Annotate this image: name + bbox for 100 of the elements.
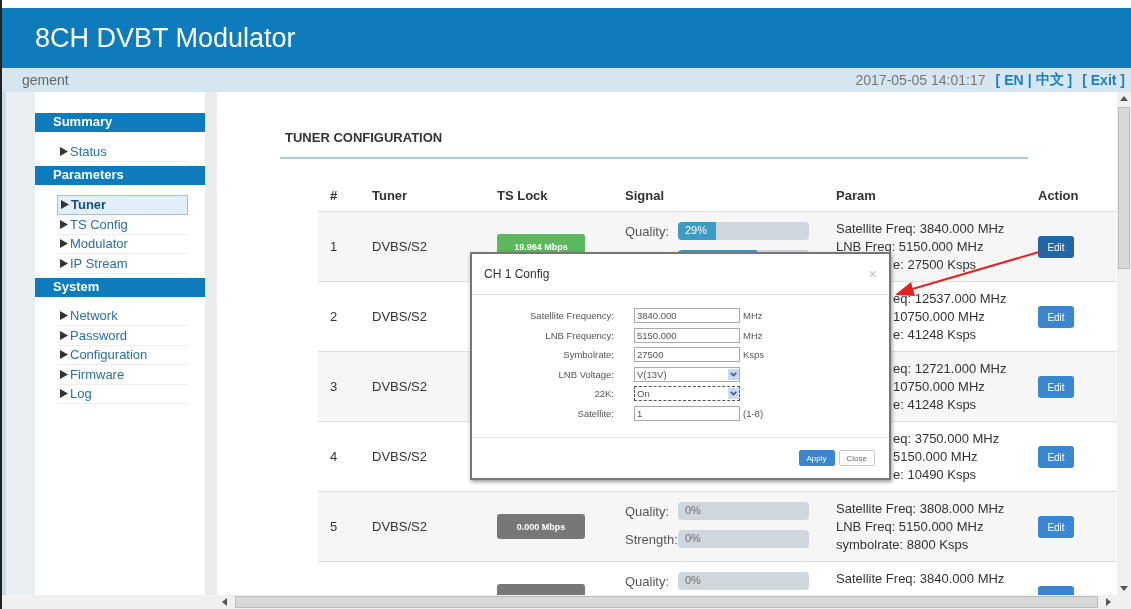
- signal-percent: 0%: [685, 532, 701, 544]
- exit-link[interactable]: [ Exit ]: [1082, 72, 1125, 88]
- sidebar-section-header: Parameters: [35, 165, 205, 185]
- breadcrumb-text: gement: [22, 72, 69, 88]
- datetime-text: 2017-05-05 14:01:17: [855, 72, 986, 88]
- param-text: eq: 12537.000 MHz: [893, 290, 1007, 308]
- tuner-type: DVBS/S2: [372, 309, 427, 324]
- scrollbar-thumb[interactable]: [1118, 107, 1130, 269]
- field-label: LNB Frequency:: [544, 329, 614, 341]
- edit-button[interactable]: Edit: [1038, 446, 1074, 468]
- param-text: Satellite Freq: 3808.000 MHz: [836, 500, 1005, 518]
- signal-label: Quality:: [625, 573, 671, 589]
- bracket-text: [: [995, 72, 1001, 88]
- tuner-type: DVBS/S2: [372, 519, 427, 534]
- triangle-bullet-icon: [60, 258, 68, 268]
- scroll-left-icon[interactable]: [222, 598, 227, 606]
- bracket-text: ]: [1067, 72, 1073, 88]
- field-label: Satellite Frequency:: [529, 310, 614, 322]
- row-number: 2: [330, 309, 338, 324]
- close-button[interactable]: Close: [838, 450, 875, 466]
- row-number: 4: [330, 449, 338, 464]
- horizontal-scrollbar[interactable]: [2, 595, 1131, 609]
- language-link[interactable]: EN: [1004, 72, 1024, 88]
- input-field[interactable]: 1: [634, 405, 740, 421]
- dropdown-field[interactable]: V(13V): [634, 366, 740, 382]
- triangle-bullet-icon: [60, 146, 68, 156]
- scrollbar-thumb[interactable]: [235, 596, 1098, 608]
- field-label: LNB Voltage:: [557, 368, 614, 380]
- triangle-bullet-icon: [60, 369, 68, 379]
- row-number: 5: [330, 519, 338, 534]
- sidebar-item[interactable]: TS Config: [57, 215, 188, 235]
- signal-label: Quality:: [625, 223, 671, 239]
- triangle-bullet-icon: [60, 239, 68, 249]
- sidebar-item[interactable]: Configuration: [57, 345, 188, 365]
- sidebar-item[interactable]: Log: [57, 384, 188, 404]
- signal-percent: 29%: [685, 224, 708, 236]
- scroll-up-icon[interactable]: [1120, 96, 1128, 101]
- tuner-type: DVBS/S2: [372, 379, 427, 394]
- dropdown-caret-icon: [728, 368, 739, 380]
- column-header: Param: [836, 187, 877, 203]
- triangle-bullet-icon: [60, 389, 68, 399]
- param-text: e: 41248 Ksps: [893, 326, 977, 344]
- input-field[interactable]: 3840.000: [634, 308, 740, 324]
- edit-button[interactable]: Edit: [1038, 306, 1074, 328]
- input-field[interactable]: 27500: [634, 347, 740, 363]
- triangle-bullet-icon: [60, 311, 68, 321]
- sidebar-item[interactable]: Network: [57, 306, 188, 326]
- column-header: TS Lock: [497, 187, 549, 203]
- param-text: symbolrate: 8800 Ksps: [836, 536, 969, 554]
- signal-label: Strength:: [625, 531, 678, 547]
- section-title: TUNER CONFIGURATION: [284, 130, 444, 145]
- sidebar-item[interactable]: IP Stream: [57, 254, 188, 274]
- param-text: LNB Freq: 5150.000 MHz: [836, 518, 984, 536]
- separator-text: |: [1027, 72, 1032, 88]
- dialog-title: CH 1 Config: [484, 267, 550, 281]
- field-label: 22K:: [593, 388, 614, 400]
- field-label: Symbolrate:: [562, 349, 614, 361]
- scroll-right-icon[interactable]: [1106, 598, 1111, 606]
- input-field[interactable]: 5150.000: [634, 327, 740, 343]
- vertical-scrollbar[interactable]: [1117, 92, 1131, 595]
- column-header: Action: [1038, 187, 1080, 203]
- edit-button[interactable]: Edit: [1038, 236, 1074, 258]
- signal-percent: 0%: [685, 504, 701, 516]
- signal-percent: 0%: [685, 574, 701, 586]
- tuner-type: DVBS/S2: [372, 449, 427, 464]
- param-text: LNB Freq: 5150.000 MHz: [836, 238, 984, 256]
- param-text: Satellite Freq: 3840.000 MHz: [836, 570, 1005, 588]
- triangle-bullet-icon: [60, 219, 68, 229]
- param-text: eq: 3750.000 MHz: [893, 430, 1000, 448]
- param-text: Satellite Freq: 3840.000 MHz: [836, 220, 1005, 238]
- sidebar-item[interactable]: Password: [57, 326, 188, 346]
- unit-label: MHz: [743, 310, 763, 322]
- sidebar-item[interactable]: Tuner: [57, 194, 188, 215]
- language-link[interactable]: 中文: [1035, 71, 1064, 89]
- sidebar-section-header: System: [35, 277, 205, 297]
- sidebar-item[interactable]: Status: [57, 142, 188, 162]
- dropdown-field[interactable]: On: [634, 386, 740, 402]
- ts-lock-badge: 0.000 Mbps: [497, 514, 585, 539]
- tuner-type: DVBS/S2: [372, 239, 427, 254]
- unit-label: (1-8): [743, 407, 764, 419]
- edit-button[interactable]: Edit: [1038, 376, 1074, 398]
- triangle-bullet-icon: [61, 200, 69, 210]
- sidebar-item[interactable]: Firmware: [57, 365, 188, 385]
- sidebar-section-header: Summary: [35, 113, 205, 132]
- signal-label: Quality:: [625, 503, 671, 519]
- param-text: e: 41248 Ksps: [893, 396, 977, 414]
- row-number: 1: [330, 239, 338, 254]
- sidebar-item[interactable]: Modulator: [57, 234, 188, 254]
- row-number: 3: [330, 379, 338, 394]
- field-label: Satellite:: [576, 407, 614, 419]
- param-text: e: 27500 Ksps: [893, 256, 977, 274]
- param-text: e: 10490 Ksps: [893, 466, 977, 484]
- triangle-bullet-icon: [60, 330, 68, 340]
- param-text: eq: 12721.000 MHz: [893, 360, 1007, 378]
- edit-button[interactable]: Edit: [1038, 516, 1074, 538]
- scroll-down-icon[interactable]: [1120, 586, 1128, 591]
- unit-label: Ksps: [743, 349, 765, 361]
- app-title: 8CH DVBT Modulator: [35, 22, 296, 54]
- apply-button[interactable]: Apply: [798, 450, 835, 466]
- unit-label: MHz: [743, 329, 763, 341]
